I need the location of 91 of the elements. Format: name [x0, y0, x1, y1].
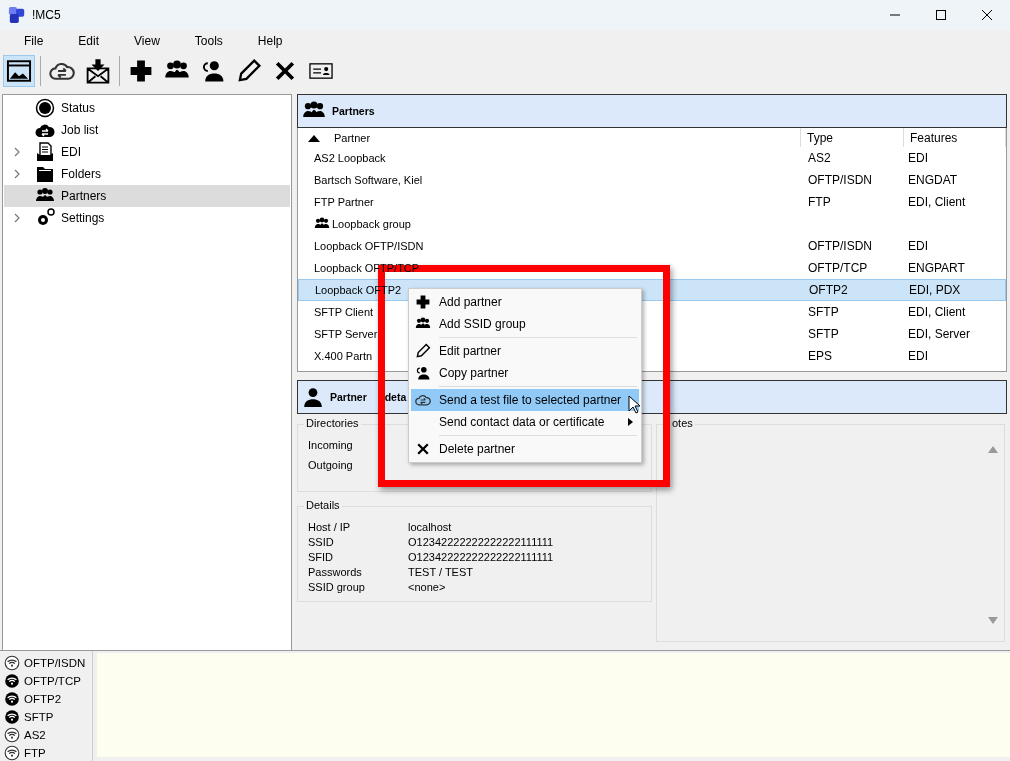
table-cell: AS2 Loopback: [314, 152, 386, 164]
pencil-icon: [415, 343, 431, 359]
plus-icon: [128, 58, 154, 84]
tree-item[interactable]: Status: [4, 97, 290, 119]
field-label: SSID: [308, 536, 335, 548]
connection-label: OFTP/TCP: [24, 675, 81, 687]
connection-label: SFTP: [24, 711, 54, 723]
table-cell: Loopback group: [332, 218, 411, 230]
table-cell: EDI, PDX: [909, 283, 961, 297]
table-cell: SFTP: [808, 327, 839, 341]
menu-item[interactable]: File: [12, 34, 56, 48]
table-cell: SFTP Server: [314, 328, 378, 340]
menu-item[interactable]: Add SSID group: [411, 313, 639, 335]
connection-label: OFTP2: [24, 693, 62, 705]
field-value: O12342222222222222111111: [408, 551, 555, 563]
table-cell: OFTP/TCP: [808, 261, 868, 275]
field-value: localhost: [408, 521, 453, 533]
document-icon: [35, 142, 55, 162]
target-icon: [35, 98, 55, 118]
mail-icon: [85, 58, 111, 84]
connection-label: AS2: [24, 729, 46, 741]
table-cell: EDI, Client: [908, 305, 966, 319]
field-label: SSID group: [308, 581, 366, 593]
tree-item[interactable]: Folders: [4, 163, 290, 185]
field-value: O12342222222222222111111: [408, 536, 555, 548]
menu-item[interactable]: Delete partner: [411, 438, 639, 460]
table-cell: EPS: [808, 349, 832, 363]
table-cell: FTP Partner: [314, 196, 374, 208]
table-cell: FTP: [808, 195, 831, 209]
people-icon: [415, 365, 431, 381]
menu-item[interactable]: Send a test file to selected partner: [411, 389, 639, 411]
table-cell: Bartsch Software, Kiel: [314, 174, 423, 186]
table-cell: EDI: [908, 239, 928, 253]
close-icon[interactable]: [982, 10, 992, 20]
table-cell: OFTP2: [809, 283, 848, 297]
tree-item[interactable]: Partners: [4, 185, 290, 207]
table-cell: AS2: [808, 151, 831, 165]
column-title: Partner: [334, 131, 371, 144]
cloud-icon: [415, 392, 431, 408]
menu-item[interactable]: Edit: [66, 34, 112, 48]
window-title: !MC5: [32, 8, 61, 22]
field-value: TEST / TEST: [408, 566, 474, 578]
submenu-arrow-icon: [628, 418, 633, 426]
connection-label: FTP: [24, 747, 46, 759]
menu-item[interactable]: Tools: [182, 34, 235, 48]
field-label: Host / IP: [308, 521, 352, 533]
window-icon: [6, 58, 32, 84]
menu-item[interactable]: Copy partner: [411, 362, 639, 384]
table-cell: EDI: [908, 151, 928, 165]
pencil-icon: [236, 58, 262, 84]
gear-icon: [35, 208, 55, 228]
group-title: Directories: [304, 417, 361, 429]
tree-item[interactable]: Settings: [4, 207, 290, 229]
table-cell: OFTP/ISDN: [808, 239, 872, 253]
folder-icon: [35, 164, 55, 184]
tree-item[interactable]: EDI: [4, 141, 290, 163]
table-cell: SFTP Client: [314, 306, 374, 318]
menu-item[interactable]: Edit partner: [411, 340, 639, 362]
cross-icon: [415, 441, 431, 457]
menu-item[interactable]: Help: [245, 34, 295, 48]
group-title: otes: [670, 417, 695, 429]
person-icon: [302, 386, 324, 408]
column-header[interactable]: Features: [904, 128, 1006, 147]
menu-item[interactable]: Send contact data or certificate: [411, 411, 639, 433]
table-cell: ENGDAT: [908, 173, 958, 187]
table-cell: EDI: [908, 349, 928, 363]
app-logo-icon: [8, 6, 26, 24]
table-cell: Loopback OFTP/ISDN: [314, 240, 424, 252]
field-value: <none>: [408, 581, 447, 593]
table-cell: SFTP: [808, 305, 839, 319]
panel-title: Partners: [332, 105, 375, 117]
plus-icon: [415, 294, 431, 310]
table-cell: OFTP/ISDN: [808, 173, 872, 187]
field-label: Passwords: [308, 566, 363, 578]
panel-title: Partner deta: [330, 391, 407, 403]
field-label: Outgoing: [308, 459, 353, 473]
table-cell: EDI, Client: [908, 195, 966, 209]
column-header[interactable]: Type: [801, 128, 904, 147]
field-label: SFID: [308, 551, 335, 563]
toolbar-button[interactable]: [3, 55, 35, 87]
menu-item[interactable]: View: [122, 34, 172, 48]
people-icon: [200, 58, 226, 84]
maximize-icon[interactable]: [936, 10, 946, 20]
table-cell: EDI, Server: [908, 327, 970, 341]
sort-arrow-icon: [308, 133, 320, 142]
table-cell: ENGPART: [908, 261, 965, 275]
tree-item[interactable]: Job list: [4, 119, 290, 141]
field-label: Incoming: [308, 439, 353, 453]
group-title: Details: [304, 499, 342, 511]
connection-label: OFTP/ISDN: [24, 657, 86, 669]
table-cell: X.400 Partn: [314, 350, 373, 362]
